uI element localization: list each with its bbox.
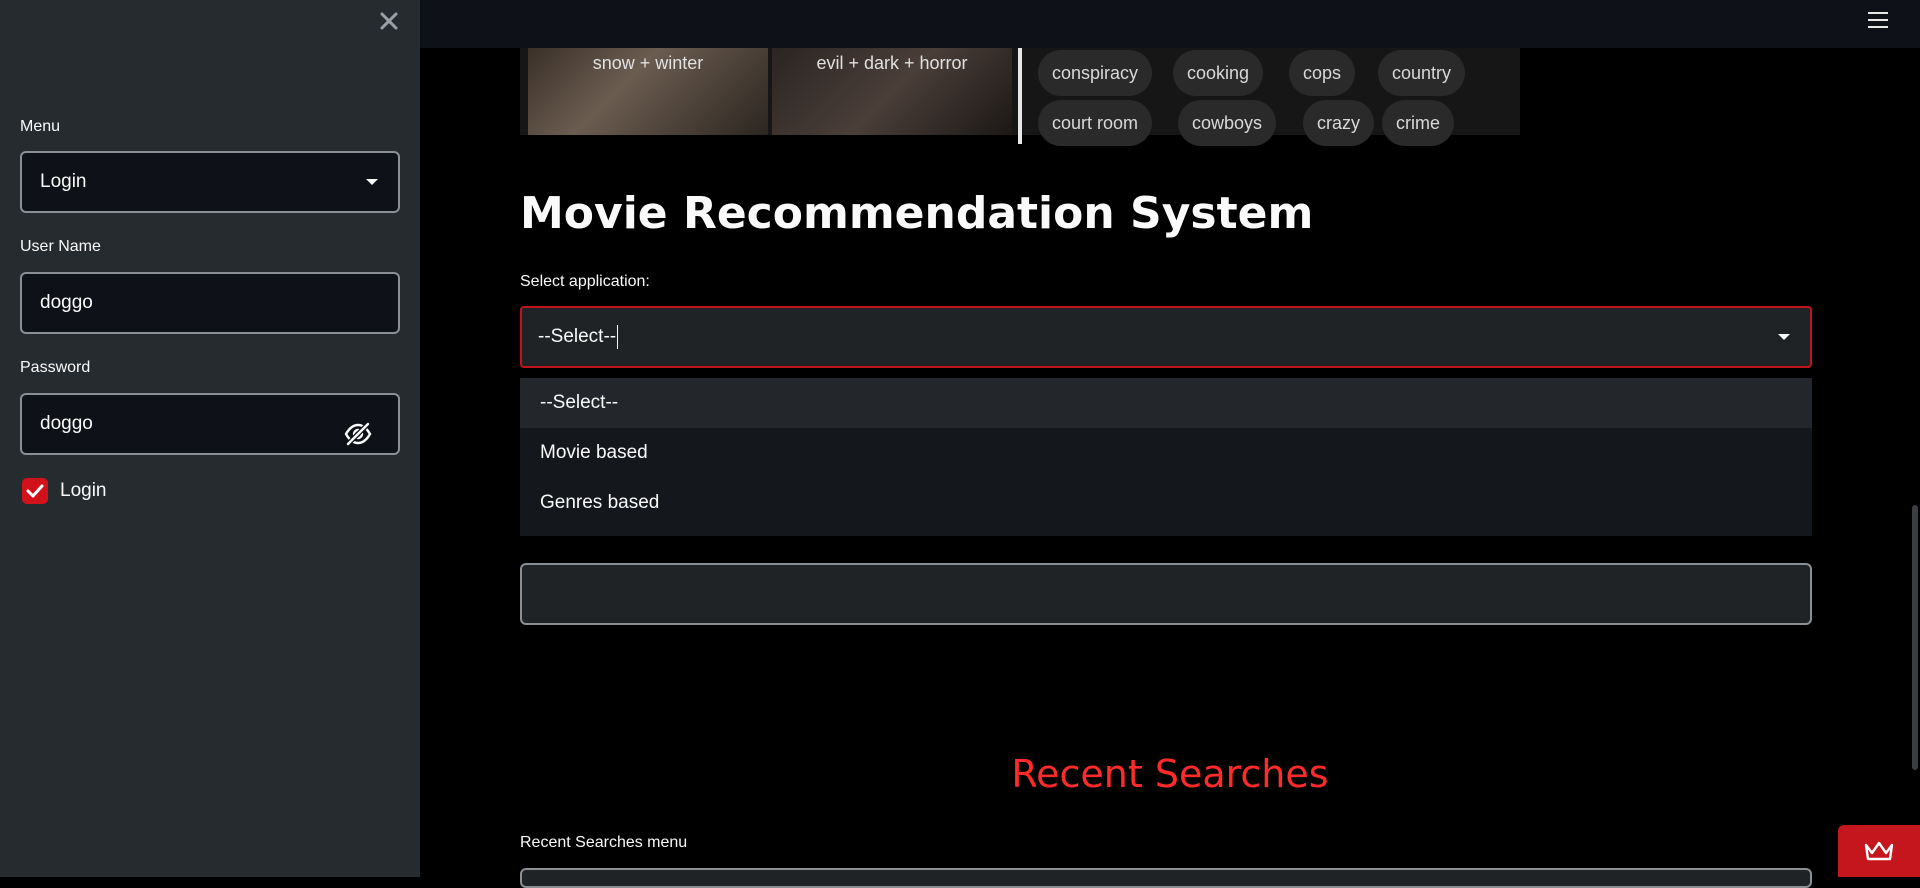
menu-label: Menu bbox=[20, 118, 61, 135]
password-toggle-button[interactable] bbox=[344, 412, 372, 446]
close-sidebar-button[interactable] bbox=[376, 8, 402, 34]
dropdown-option-genres-based[interactable]: Genres based bbox=[520, 478, 1812, 528]
genre-tag: cooking bbox=[1173, 50, 1264, 96]
application-select[interactable]: --Select-- bbox=[520, 306, 1812, 368]
recent-searches-title: Recent Searches bbox=[1011, 752, 1329, 796]
text-cursor bbox=[617, 324, 619, 349]
banner-tile: evil + dark + horror bbox=[772, 48, 1012, 135]
hamburger-icon[interactable] bbox=[1868, 12, 1888, 30]
username-label: User Name bbox=[20, 238, 101, 255]
password-value: doggo bbox=[40, 413, 93, 434]
banner-divider bbox=[1018, 48, 1022, 144]
genre-banner-image: snow + winter evil + dark + horror consp… bbox=[520, 48, 1520, 146]
recent-searches-select[interactable] bbox=[520, 868, 1812, 888]
chevron-down-icon[interactable] bbox=[1778, 334, 1790, 340]
application-dropdown-menu: --Select-- Movie based Genres based bbox=[520, 378, 1812, 536]
genre-tag: crime bbox=[1382, 100, 1454, 146]
checkmark-icon bbox=[26, 484, 44, 498]
genre-tag: cops bbox=[1289, 50, 1356, 96]
dropdown-option-select[interactable]: --Select-- bbox=[520, 378, 1812, 428]
recent-searches-menu-label: Recent Searches menu bbox=[520, 834, 688, 851]
menu-select-value: Login bbox=[40, 171, 87, 192]
login-checkbox[interactable] bbox=[22, 478, 48, 504]
menu-select[interactable]: Login bbox=[20, 151, 400, 213]
scrollbar[interactable] bbox=[1912, 505, 1918, 770]
top-bar bbox=[420, 0, 1920, 48]
username-field[interactable]: doggo bbox=[20, 272, 400, 334]
select-application-label: Select application: bbox=[520, 273, 650, 290]
genre-tag: crazy bbox=[1303, 100, 1375, 146]
password-label: Password bbox=[20, 359, 91, 376]
dropdown-option-movie-based[interactable]: Movie based bbox=[520, 428, 1812, 478]
chevron-down-icon bbox=[366, 179, 378, 185]
login-checkbox-label[interactable]: Login bbox=[60, 478, 107, 504]
banner-tile: snow + winter bbox=[528, 48, 768, 135]
banner-tile-label: snow + winter bbox=[592, 53, 704, 73]
password-field[interactable]: doggo bbox=[20, 393, 400, 455]
banner-tile-label: evil + dark + horror bbox=[816, 53, 968, 73]
movie-details-input[interactable] bbox=[520, 563, 1812, 625]
sidebar: Menu Login User Name doggo Password dogg… bbox=[0, 0, 420, 877]
genre-tag: conspiracy bbox=[1038, 50, 1153, 96]
eye-slash-icon bbox=[344, 422, 372, 446]
streamlit-badge[interactable] bbox=[1838, 825, 1920, 877]
page-title: Movie Recommendation System bbox=[520, 188, 1314, 239]
application-select-value: --Select-- bbox=[538, 326, 617, 347]
genre-tag: court room bbox=[1038, 100, 1153, 146]
genre-tag: country bbox=[1378, 50, 1466, 96]
genre-tag: cowboys bbox=[1178, 100, 1277, 146]
crown-icon bbox=[1864, 841, 1894, 861]
close-icon bbox=[380, 12, 398, 30]
username-value: doggo bbox=[40, 292, 93, 313]
